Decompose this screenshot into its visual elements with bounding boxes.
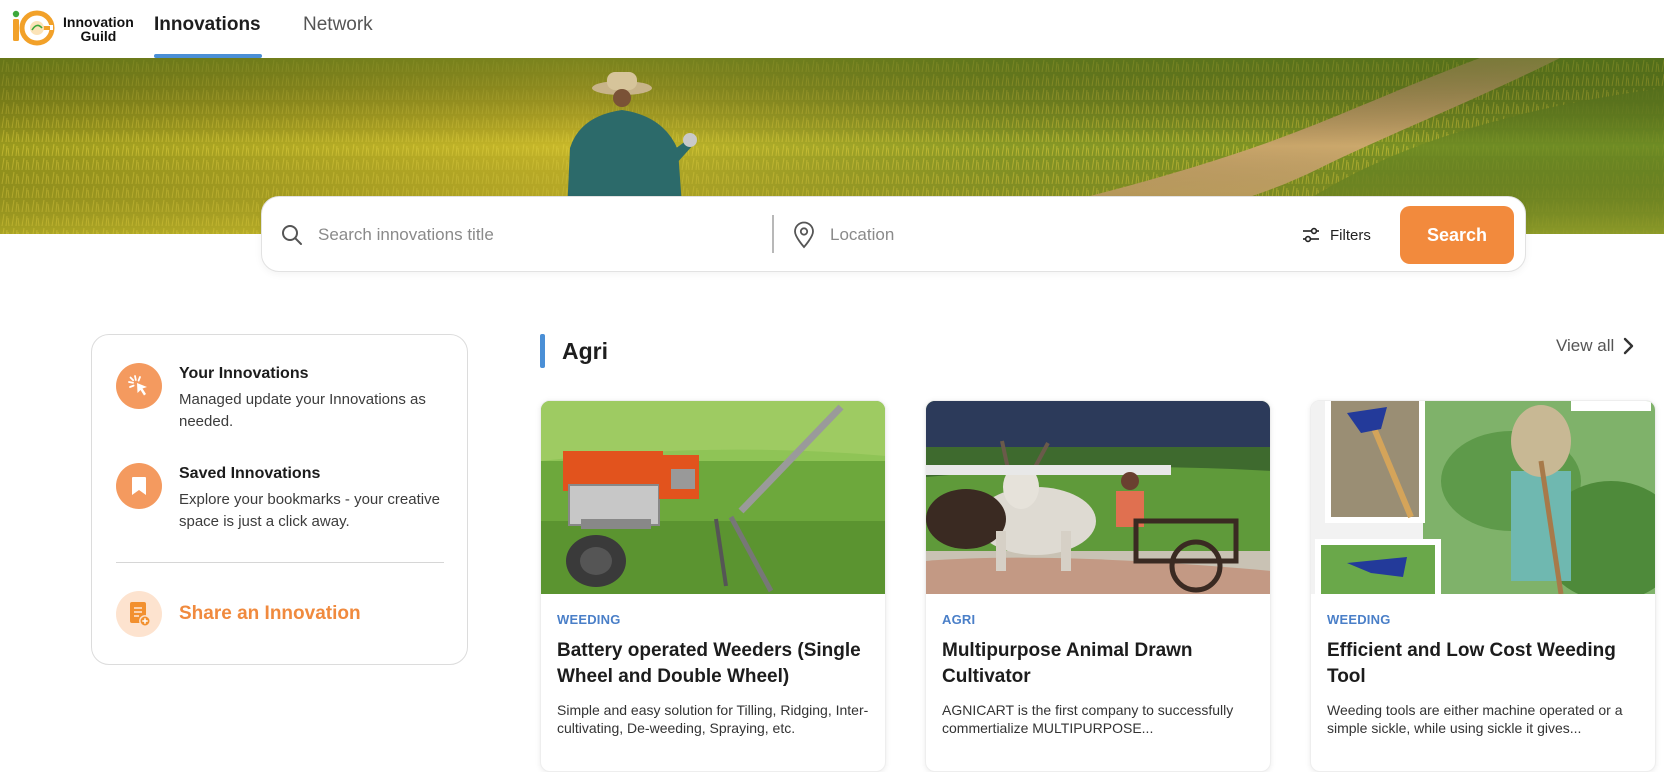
card-title[interactable]: Battery operated Weeders (Single Wheel a… — [557, 638, 875, 690]
section-title: Agri — [562, 338, 608, 364]
logo-text-line2: Guild — [80, 28, 117, 44]
saved-innovations-desc: Explore your bookmarks - your creative s… — [179, 491, 440, 530]
section-accent-bar — [540, 334, 545, 368]
chevron-right-icon — [1624, 337, 1634, 355]
card-description: Simple and easy solution for Tilling, Ri… — [557, 702, 869, 736]
saved-innovations-title: Saved Innovations — [179, 465, 321, 482]
card-title[interactable]: Efficient and Low Cost Weeding Tool — [1327, 638, 1645, 690]
panel-divider — [116, 562, 444, 563]
search-divider — [772, 215, 774, 253]
card-image — [1311, 401, 1655, 594]
card-category: WEEDING — [1327, 612, 1391, 627]
view-all-label: View all — [1556, 336, 1615, 355]
search-title-input[interactable] — [318, 217, 758, 253]
search-button[interactable]: Search — [1400, 206, 1514, 264]
innovation-card[interactable]: WEEDING Efficient and Low Cost Weeding T… — [1310, 400, 1656, 772]
card-image — [926, 401, 1270, 594]
quick-actions-panel: Your Innovations Managed update your Inn… — [91, 334, 468, 665]
top-navbar: Innovation Guild Innovations Network — [0, 0, 1664, 58]
innovation-card[interactable]: WEEDING Battery operated Weeders (Single… — [540, 400, 886, 772]
card-title[interactable]: Multipurpose Animal Drawn Cultivator — [942, 638, 1260, 690]
innovation-guild-logo[interactable]: Innovation Guild — [8, 6, 138, 46]
card-category: WEEDING — [557, 612, 621, 627]
search-icon — [282, 225, 302, 245]
your-innovations-title: Your Innovations — [179, 365, 309, 382]
filters-button[interactable]: Filters — [1302, 223, 1371, 247]
tab-network[interactable]: Network — [303, 14, 373, 36]
view-all-link[interactable]: View all — [1556, 336, 1634, 356]
filters-label: Filters — [1330, 226, 1371, 244]
tab-innovations[interactable]: Innovations — [154, 14, 261, 36]
sliders-icon — [1303, 227, 1319, 243]
logo-text: Innovation Guild — [63, 15, 134, 43]
bookmark-icon — [116, 463, 162, 509]
location-pin-icon — [794, 221, 814, 249]
card-image — [541, 401, 885, 594]
location-input[interactable] — [830, 217, 1190, 253]
logo-text-line1: Innovation — [63, 14, 134, 30]
search-bar: Filters Search — [261, 196, 1526, 272]
your-innovations-desc: Managed update your Innovations as neede… — [179, 391, 426, 430]
card-category: AGRI — [942, 612, 976, 627]
card-description: Weeding tools are either machine operate… — [1327, 702, 1623, 736]
share-innovation-link[interactable]: Share an Innovation — [179, 603, 361, 625]
document-add-icon[interactable] — [116, 591, 162, 637]
card-description: AGNICART is the first company to success… — [942, 702, 1234, 736]
innovation-card[interactable]: AGRI Multipurpose Animal Drawn Cultivato… — [925, 400, 1271, 772]
cursor-click-icon — [116, 363, 162, 409]
logo-mark-icon — [12, 10, 55, 46]
